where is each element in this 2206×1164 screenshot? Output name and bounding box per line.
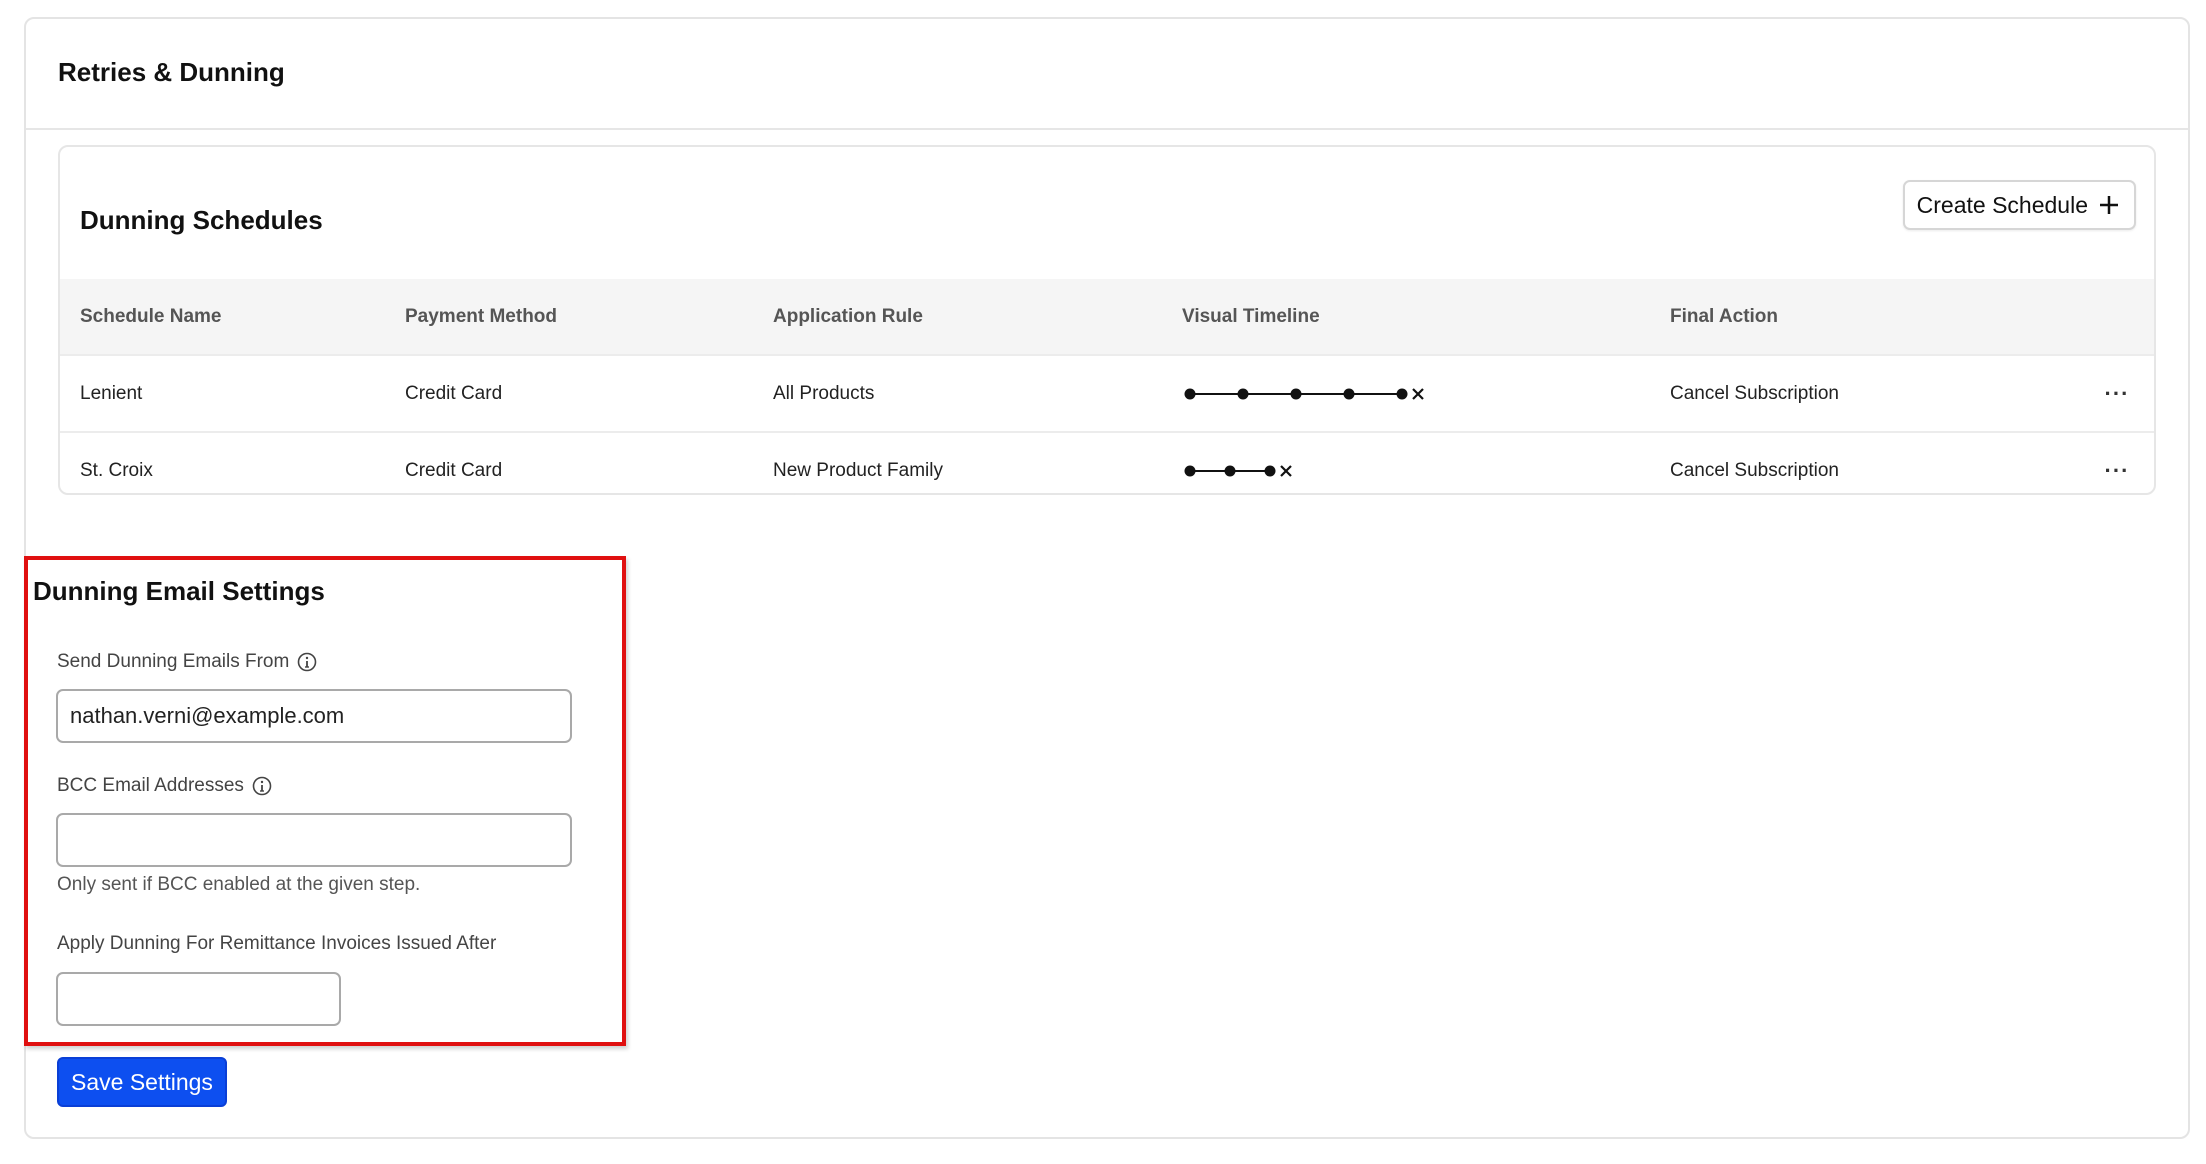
bcc-email-input[interactable]: [56, 813, 572, 867]
remittance-date-label-text: Apply Dunning For Remittance Invoices Is…: [57, 933, 497, 954]
timeline-step-dot: [1264, 465, 1276, 477]
timeline-step-dot: [1224, 465, 1236, 477]
column-header-visual-timeline: Visual Timeline: [1182, 279, 1670, 356]
table-row[interactable]: Lenient Credit Card All Products Cancel …: [60, 355, 2154, 433]
table-row[interactable]: St. Croix Credit Card New Product Family…: [60, 432, 2154, 493]
timeline-end-x-icon: [1280, 465, 1292, 477]
email-settings-title: Dunning Email Settings: [33, 576, 325, 606]
final-action-cell: Cancel Subscription: [1670, 355, 2080, 433]
timeline-step-dot: [1396, 388, 1408, 399]
schedule-name-cell: St. Croix: [80, 460, 153, 481]
column-header-final-action: Final Action: [1670, 279, 2080, 356]
column-header-menu: [2080, 279, 2154, 356]
dunning-schedules-card: Dunning Schedules Create Schedule Schedu…: [58, 145, 2156, 495]
visual-timeline-cell: [1182, 355, 1670, 433]
info-icon[interactable]: [252, 776, 272, 796]
row-menu-cell: ···: [2080, 432, 2154, 493]
row-menu-cell: ···: [2080, 355, 2154, 433]
more-options-icon[interactable]: ···: [2105, 458, 2130, 483]
page-header: Retries & Dunning: [26, 19, 2188, 130]
table-header-row: Schedule Name Payment Method Application…: [60, 279, 2154, 356]
bcc-email-label: BCC Email Addresses: [57, 775, 272, 797]
schedules-table: Schedule Name Payment Method Application…: [60, 279, 2154, 493]
timeline-graphic: [1184, 465, 1292, 477]
create-schedule-label: Create Schedule: [1916, 191, 2088, 218]
schedules-title: Dunning Schedules: [80, 205, 323, 235]
timeline-step-dot: [1184, 388, 1196, 399]
timeline-step-dot: [1290, 388, 1302, 399]
payment-method-cell: Credit Card: [405, 460, 503, 481]
from-email-label-text: Send Dunning Emails From: [57, 651, 290, 672]
from-email-label: Send Dunning Emails From: [57, 651, 317, 673]
create-schedule-button[interactable]: Create Schedule: [1902, 180, 2136, 230]
plus-icon: [2100, 196, 2118, 214]
remittance-date-input[interactable]: [56, 972, 341, 1026]
visual-timeline-cell: [1182, 432, 1670, 493]
bcc-helper-text: Only sent if BCC enabled at the given st…: [57, 874, 421, 895]
bcc-email-label-text: BCC Email Addresses: [57, 775, 244, 796]
page-title: Retries & Dunning: [58, 57, 285, 87]
column-header-application-rule: Application Rule: [773, 279, 1182, 356]
application-rule-cell: All Products: [773, 355, 1182, 433]
schedule-name-cell: Lenient: [60, 355, 405, 433]
info-icon[interactable]: [297, 652, 317, 672]
timeline-end-x-icon: [1412, 387, 1424, 400]
timeline-graphic: [1184, 387, 1424, 400]
column-header-payment-method: Payment Method: [405, 279, 773, 356]
remittance-date-label: Apply Dunning For Remittance Invoices Is…: [57, 933, 496, 955]
application-rule-cell: New Product Family: [773, 460, 943, 481]
save-settings-button[interactable]: Save Settings: [57, 1057, 227, 1107]
timeline-step-dot: [1343, 388, 1355, 399]
from-email-input[interactable]: [56, 689, 572, 743]
more-options-icon[interactable]: ···: [2105, 381, 2130, 406]
column-header-schedule-name: Schedule Name: [60, 279, 405, 356]
final-action-cell: Cancel Subscription: [1670, 460, 1839, 481]
timeline-step-dot: [1184, 465, 1196, 477]
timeline-step-dot: [1237, 388, 1249, 399]
payment-method-cell: Credit Card: [405, 355, 773, 433]
